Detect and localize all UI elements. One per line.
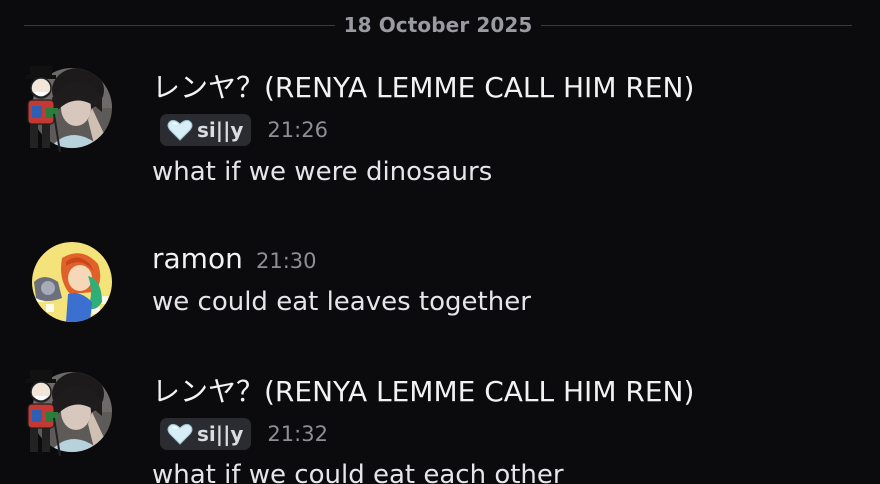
message-content: we could eat leaves together	[152, 287, 531, 317]
date-divider-label: 18 October 2025	[343, 13, 533, 37]
avatar-decoration-icon	[26, 66, 61, 153]
message-content: what if we were dinosaurs	[152, 157, 493, 187]
user-avatar-ramon-icon[interactable]	[32, 242, 112, 322]
message-username[interactable]: ramon	[152, 242, 243, 275]
heart-icon	[167, 423, 193, 445]
message-timestamp: 21:32	[267, 422, 328, 446]
avatar-decoration-icon	[26, 370, 61, 457]
date-divider: 18 October 2025	[24, 12, 853, 38]
message-meta: si||y 21:32	[160, 418, 328, 450]
message-timestamp: 21:30	[256, 249, 317, 273]
message-username[interactable]: レンヤ？(RENYA LEMME CALL HIM REN)	[152, 370, 694, 410]
divider-line-left	[24, 24, 335, 26]
user-tag-label: si||y	[197, 422, 244, 446]
message-timestamp: 21:26	[267, 118, 328, 142]
divider-line-right	[541, 24, 853, 26]
user-tag-label: si||y	[197, 118, 244, 142]
heart-icon	[167, 119, 193, 141]
message-content: what if we could eat each other	[152, 460, 564, 484]
message-meta: si||y 21:26	[160, 114, 328, 146]
user-tag-badge[interactable]: si||y	[160, 418, 252, 450]
chat-messages: 18 October 2025 レンヤ？(RENYA LEMME CALL HI…	[0, 0, 880, 484]
message-username[interactable]: レンヤ？(RENYA LEMME CALL HIM REN)	[152, 66, 694, 106]
user-tag-badge[interactable]: si||y	[160, 114, 252, 146]
